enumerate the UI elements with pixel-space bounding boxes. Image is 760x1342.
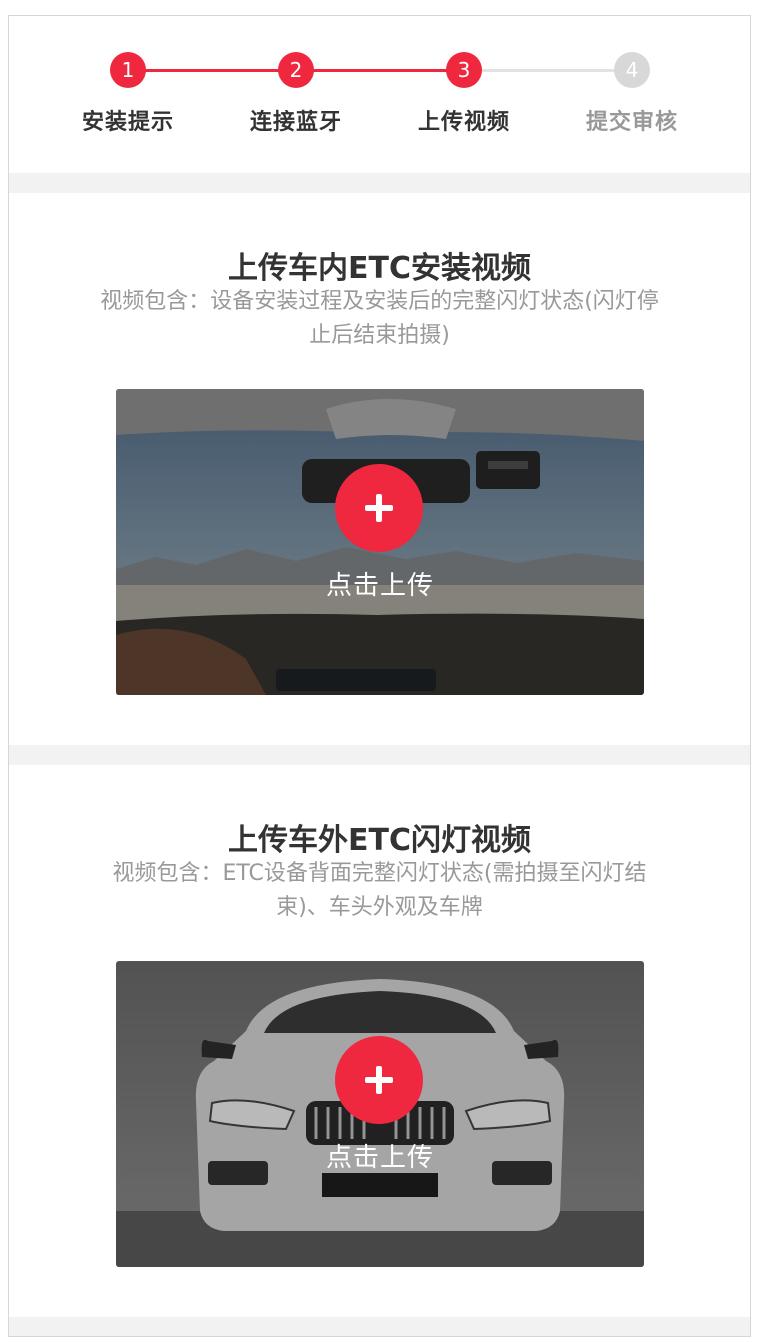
step-number: 4 [614, 52, 650, 88]
step-number: 2 [278, 52, 314, 88]
step-3: 3 上传视频 [399, 52, 529, 136]
section-desc-line1: 视频包含：ETC设备背面完整闪灯状态(需拍摄至闪灯结 [112, 861, 647, 886]
upload-label[interactable]: 点击上传 [116, 565, 644, 602]
upload-section-exterior: 上传车外ETC闪灯视频 视频包含：ETC设备背面完整闪灯状态(需拍摄至闪灯结 束… [9, 765, 750, 1317]
upload-area-interior[interactable]: 点击上传 [116, 389, 644, 695]
step-number: 1 [110, 52, 146, 88]
page-frame: 1 安装提示 2 连接蓝牙 3 上传视频 4 提交审核 上传车内ETC安装视频 … [8, 15, 751, 1337]
progress-stepper: 1 安装提示 2 连接蓝牙 3 上传视频 4 提交审核 [9, 16, 750, 173]
step-4: 4 提交审核 [567, 52, 697, 136]
section-title: 上传车内ETC安装视频 [228, 251, 531, 286]
step-label: 提交审核 [585, 110, 678, 135]
step-label: 上传视频 [417, 110, 510, 135]
upload-area-exterior[interactable]: 点击上传 [116, 961, 644, 1267]
upload-label[interactable]: 点击上传 [116, 1137, 644, 1174]
step-label: 安装提示 [81, 110, 174, 135]
step-2: 2 连接蓝牙 [231, 52, 361, 136]
section-desc-line1: 视频包含：设备安装过程及安装后的完整闪灯状态(闪灯停 [100, 289, 659, 314]
section-title: 上传车外ETC闪灯视频 [228, 823, 531, 858]
upload-plus-button[interactable] [335, 464, 423, 552]
upload-plus-button[interactable] [335, 1036, 423, 1124]
step-label: 连接蓝牙 [249, 110, 342, 135]
section-desc-line2: 止后结束拍摄) [309, 323, 450, 348]
upload-section-interior: 上传车内ETC安装视频 视频包含：设备安装过程及安装后的完整闪灯状态(闪灯停 止… [9, 193, 750, 745]
section-desc-line2: 束)、车头外观及车牌 [276, 895, 483, 920]
step-1: 1 安装提示 [63, 52, 193, 136]
step-number: 3 [446, 52, 482, 88]
